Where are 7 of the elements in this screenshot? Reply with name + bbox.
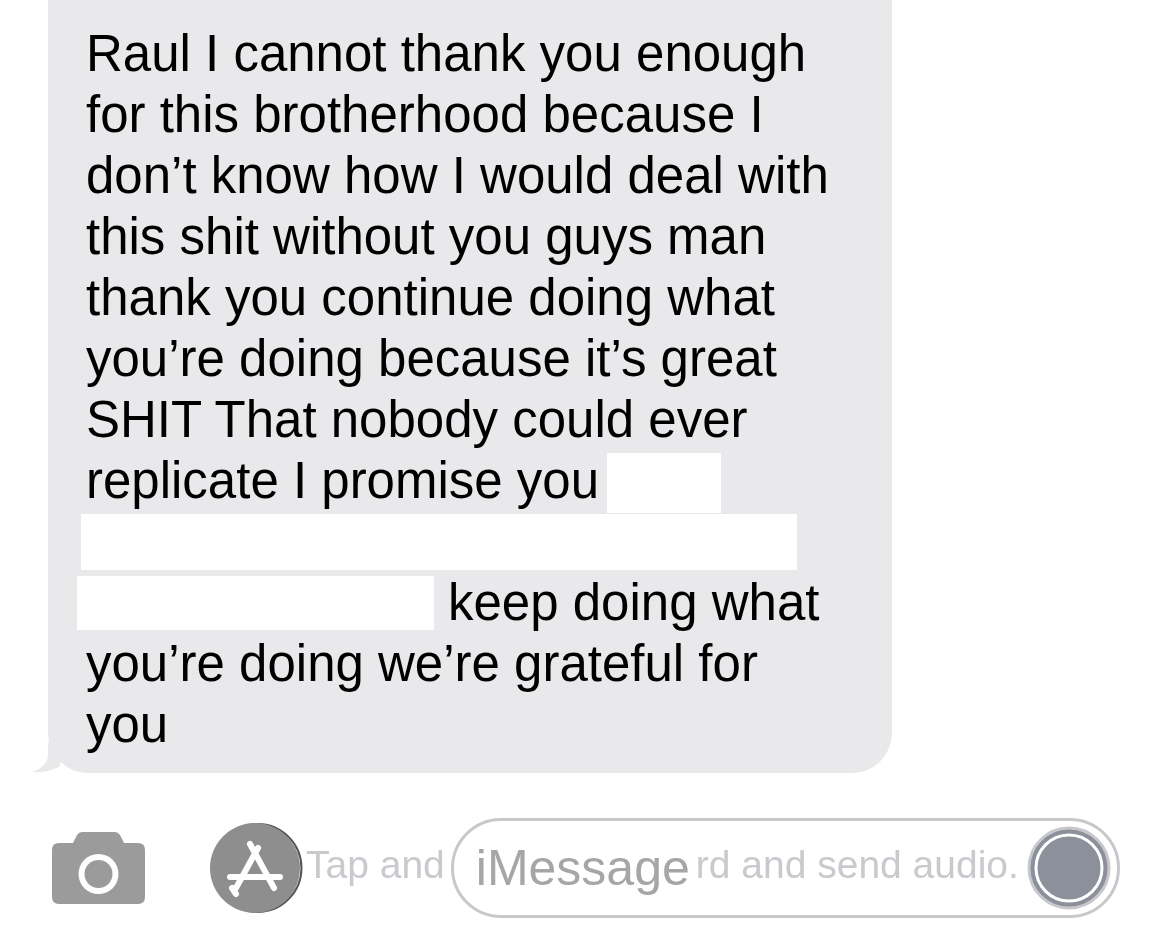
message-text: replicate I promise you	[86, 451, 600, 511]
message-text: you’re doing we’re grateful for you	[86, 634, 759, 755]
message-text: keep doing what	[448, 573, 820, 633]
apps-icon[interactable]	[210, 822, 303, 914]
record-icon[interactable]	[1027, 826, 1111, 910]
camera-icon[interactable]	[52, 832, 145, 904]
message-input[interactable]: iMessage	[475, 836, 692, 900]
